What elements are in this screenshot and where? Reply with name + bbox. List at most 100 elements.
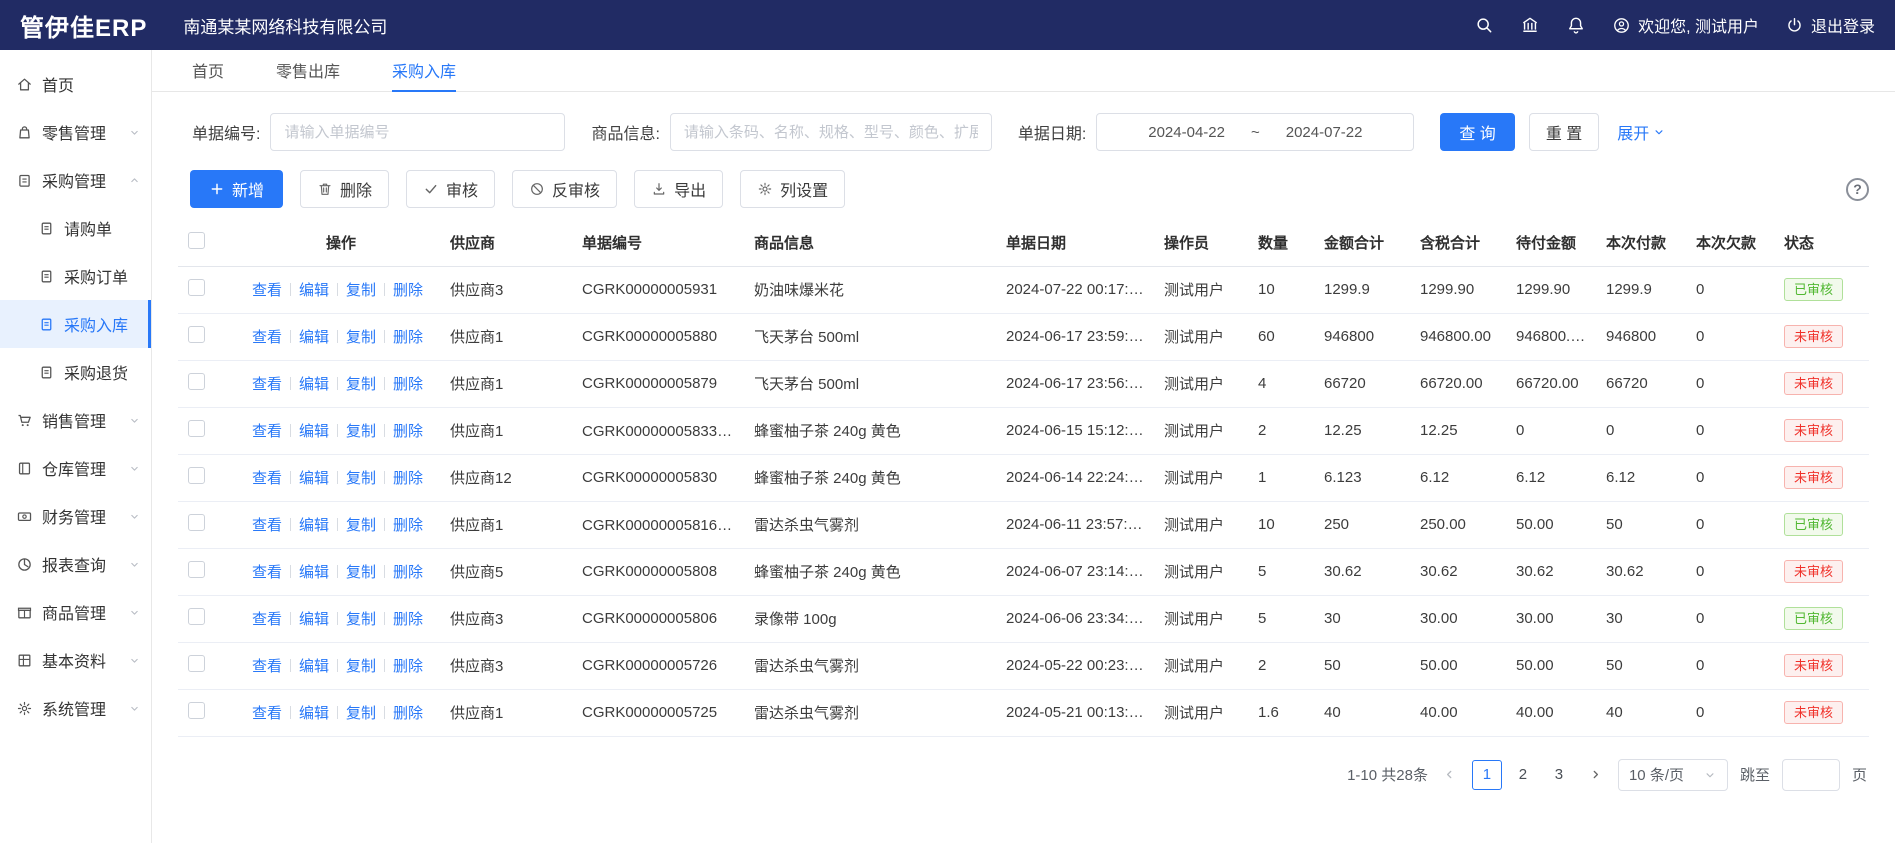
sidebar-item-warehouse[interactable]: 仓库管理 [0, 444, 151, 492]
row-checkbox[interactable] [188, 655, 205, 672]
search-button[interactable]: 查 询 [1440, 113, 1514, 151]
row-action-view[interactable]: 查看 [252, 423, 282, 440]
logout-text: 退出登录 [1811, 13, 1875, 37]
row-action-edit[interactable]: 编辑 [299, 329, 329, 346]
row-action-copy[interactable]: 复制 [346, 517, 376, 534]
sidebar-item-finance[interactable]: 财务管理 [0, 492, 151, 540]
select-all-checkbox[interactable] [188, 232, 205, 249]
sidebar-item-basic[interactable]: 基本资料 [0, 636, 151, 684]
row-action-copy[interactable]: 复制 [346, 611, 376, 628]
row-action-edit[interactable]: 编辑 [299, 611, 329, 628]
row-action-view[interactable]: 查看 [252, 611, 282, 628]
sidebar-item-purchase-return[interactable]: 采购退货 [0, 348, 151, 396]
prev-page-button[interactable] [1440, 761, 1460, 789]
row-action-copy[interactable]: 复制 [346, 705, 376, 722]
export-button[interactable]: 导出 [634, 170, 723, 208]
bell-icon[interactable] [1566, 15, 1586, 35]
sidebar-item-report[interactable]: 报表查询 [0, 540, 151, 588]
row-action-delete[interactable]: 删除 [393, 470, 423, 487]
row-action-copy[interactable]: 复制 [346, 564, 376, 581]
cell-operator: 测试用户 [1154, 360, 1248, 407]
date-from[interactable]: 2024-04-22 [1148, 124, 1225, 141]
row-action-view[interactable]: 查看 [252, 705, 282, 722]
logout-button[interactable]: 退出登录 [1785, 13, 1875, 37]
row-action-edit[interactable]: 编辑 [299, 517, 329, 534]
sidebar-item-home[interactable]: 首页 [0, 60, 151, 108]
tab-retail-outbound[interactable]: 零售出库 [276, 50, 340, 92]
date-range-picker[interactable]: 2024-04-22 ~ 2024-07-22 [1096, 113, 1414, 151]
tab-home[interactable]: 首页 [192, 50, 224, 92]
row-action-delete[interactable]: 删除 [393, 376, 423, 393]
sidebar-item-sales[interactable]: 销售管理 [0, 396, 151, 444]
sidebar-item-purchase-order[interactable]: 采购订单 [0, 252, 151, 300]
row-action-copy[interactable]: 复制 [346, 658, 376, 675]
audit-button[interactable]: 审核 [406, 170, 495, 208]
welcome-user[interactable]: 欢迎您, 测试用户 [1612, 13, 1759, 37]
row-action-copy[interactable]: 复制 [346, 376, 376, 393]
row-action-view[interactable]: 查看 [252, 470, 282, 487]
toolbar: 新增 删除 审核 反审核 导出 [190, 170, 1869, 208]
row-action-copy[interactable]: 复制 [346, 282, 376, 299]
sidebar-item-purchase-inbound[interactable]: 采购入库 [0, 300, 151, 348]
row-action-copy[interactable]: 复制 [346, 423, 376, 440]
row-action-view[interactable]: 查看 [252, 658, 282, 675]
tab-purchase-inbound[interactable]: 采购入库 [392, 50, 456, 92]
action-divider [384, 518, 385, 531]
column-settings-button[interactable]: 列设置 [740, 170, 845, 208]
row-action-edit[interactable]: 编辑 [299, 282, 329, 299]
row-action-copy[interactable]: 复制 [346, 470, 376, 487]
reset-button[interactable]: 重 置 [1529, 113, 1599, 151]
row-action-view[interactable]: 查看 [252, 564, 282, 581]
row-action-delete[interactable]: 删除 [393, 658, 423, 675]
row-checkbox[interactable] [188, 702, 205, 719]
row-action-view[interactable]: 查看 [252, 282, 282, 299]
page-size-select[interactable]: 10 条/页 [1618, 759, 1728, 791]
row-checkbox[interactable] [188, 561, 205, 578]
jump-input[interactable] [1782, 759, 1840, 791]
sidebar-item-retail[interactable]: 零售管理 [0, 108, 151, 156]
delete-button[interactable]: 删除 [300, 170, 389, 208]
row-checkbox[interactable] [188, 326, 205, 343]
row-checkbox[interactable] [188, 608, 205, 625]
row-action-delete[interactable]: 删除 [393, 705, 423, 722]
row-action-delete[interactable]: 删除 [393, 611, 423, 628]
search-icon[interactable] [1474, 15, 1494, 35]
expand-link[interactable]: 展开 [1617, 120, 1666, 144]
row-action-delete[interactable]: 删除 [393, 517, 423, 534]
row-action-view[interactable]: 查看 [252, 329, 282, 346]
sidebar-item-goods[interactable]: 商品管理 [0, 588, 151, 636]
row-action-delete[interactable]: 删除 [393, 282, 423, 299]
sidebar-item-purchase[interactable]: 采购管理 [0, 156, 151, 204]
row-checkbox[interactable] [188, 279, 205, 296]
row-action-edit[interactable]: 编辑 [299, 376, 329, 393]
row-action-edit[interactable]: 编辑 [299, 564, 329, 581]
add-button[interactable]: 新增 [190, 170, 283, 208]
product-input[interactable] [670, 113, 992, 151]
row-action-view[interactable]: 查看 [252, 517, 282, 534]
row-checkbox[interactable] [188, 373, 205, 390]
row-action-view[interactable]: 查看 [252, 376, 282, 393]
row-action-edit[interactable]: 编辑 [299, 423, 329, 440]
page-button-3[interactable]: 3 [1544, 760, 1574, 790]
next-page-button[interactable] [1586, 761, 1606, 789]
page-button-1[interactable]: 1 [1472, 760, 1502, 790]
bank-icon[interactable] [1520, 15, 1540, 35]
help-icon[interactable]: ? [1846, 178, 1869, 201]
unaudit-button[interactable]: 反审核 [512, 170, 617, 208]
row-checkbox[interactable] [188, 514, 205, 531]
sidebar-item-system[interactable]: 系统管理 [0, 684, 151, 732]
row-action-delete[interactable]: 删除 [393, 423, 423, 440]
doc-no-input[interactable] [270, 113, 565, 151]
row-action-edit[interactable]: 编辑 [299, 705, 329, 722]
row-action-delete[interactable]: 删除 [393, 564, 423, 581]
table-row: 查看编辑复制删除供应商1CGRK00000005880飞天茅台 500ml202… [178, 313, 1869, 360]
row-checkbox[interactable] [188, 420, 205, 437]
row-action-delete[interactable]: 删除 [393, 329, 423, 346]
sidebar-item-purchase-request[interactable]: 请购单 [0, 204, 151, 252]
row-checkbox[interactable] [188, 467, 205, 484]
page-button-2[interactable]: 2 [1508, 760, 1538, 790]
date-to[interactable]: 2024-07-22 [1286, 124, 1363, 141]
row-action-copy[interactable]: 复制 [346, 329, 376, 346]
row-action-edit[interactable]: 编辑 [299, 658, 329, 675]
row-action-edit[interactable]: 编辑 [299, 470, 329, 487]
